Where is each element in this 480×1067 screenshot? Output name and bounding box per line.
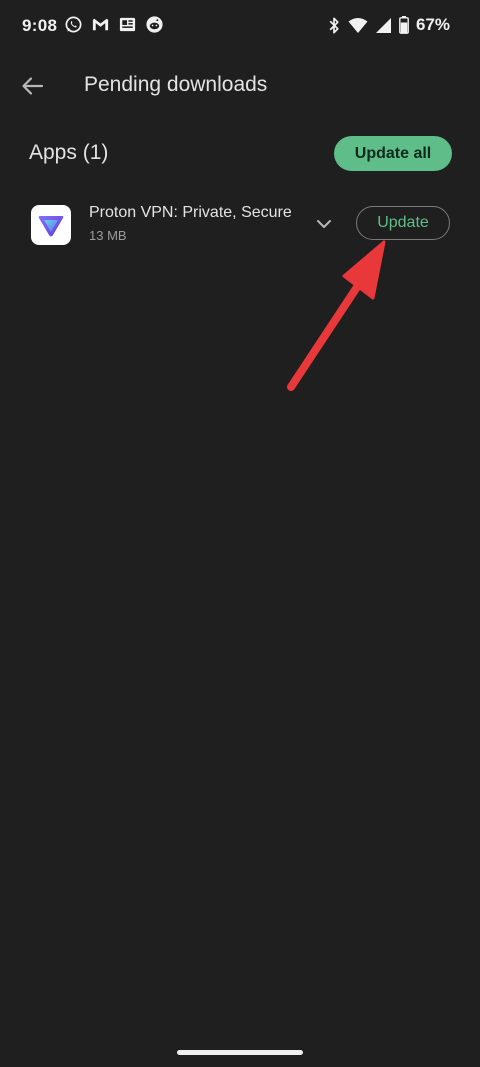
arrow-shaft (287, 271, 369, 391)
app-name: Proton VPN: Private, Secure (89, 204, 292, 221)
page-title: Pending downloads (84, 73, 268, 96)
annotation-arrow (287, 240, 386, 391)
cellular-signal-icon (375, 17, 391, 33)
whatsapp-icon (65, 16, 82, 33)
expand-button[interactable] (311, 213, 337, 235)
reddit-icon (146, 16, 163, 33)
system-status-icons: 67% (327, 15, 450, 35)
update-all-button[interactable]: Update all (334, 136, 452, 171)
list-item[interactable]: Proton VPN: Private, Secure 13 MB Update (0, 195, 480, 255)
update-button[interactable]: Update (356, 206, 450, 240)
notification-icons (64, 15, 164, 34)
battery-icon (399, 16, 409, 34)
status-time: 9:08 (22, 16, 58, 35)
status-bar: 9:08 67% (0, 0, 480, 52)
chevron-down-icon (317, 220, 331, 228)
arrow-left-icon (22, 77, 44, 95)
home-indicator[interactable] (177, 1050, 303, 1055)
wifi-icon (348, 17, 368, 33)
app-bar: Pending downloads (0, 60, 480, 112)
proton-vpn-icon (31, 205, 71, 245)
battery-percent: 67% (415, 15, 450, 34)
section-title: Apps (1) (29, 141, 109, 164)
back-button[interactable] (18, 72, 48, 100)
news-icon (119, 17, 136, 32)
app-size: 13 MB (89, 228, 127, 243)
gmail-icon (92, 18, 109, 31)
bluetooth-icon (329, 17, 339, 33)
